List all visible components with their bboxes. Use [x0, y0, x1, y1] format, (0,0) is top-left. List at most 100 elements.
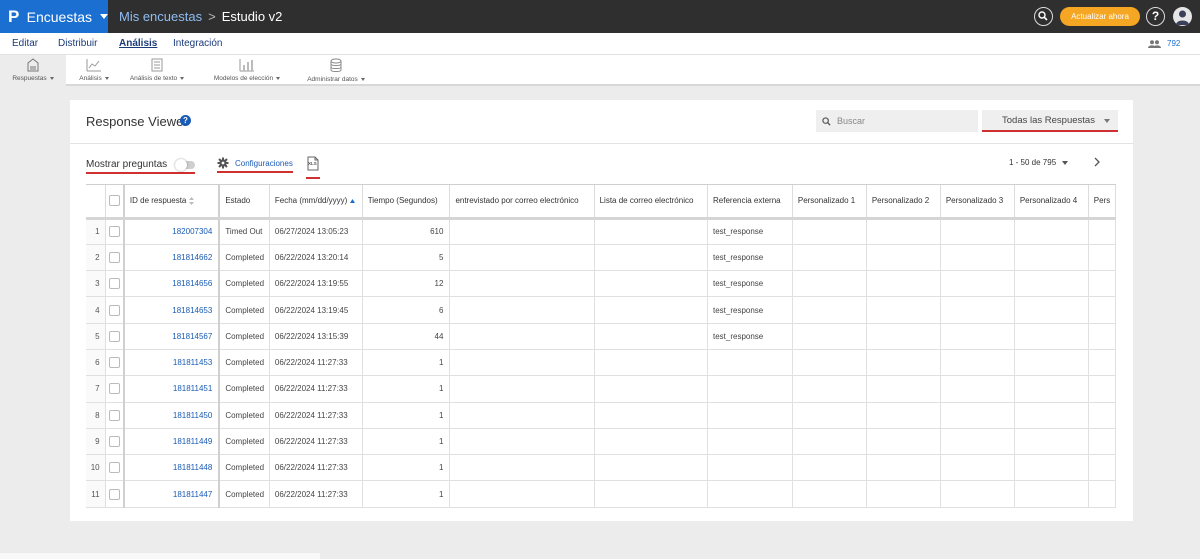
collaborators-count[interactable]: 792 — [1148, 39, 1180, 48]
toggle-switch[interactable] — [175, 158, 196, 171]
custom-4-cell — [1014, 218, 1089, 245]
search-input[interactable]: Buscar — [816, 110, 978, 132]
upgrade-button[interactable]: Actualizar ahora — [1060, 7, 1140, 26]
custom-4-cell — [1014, 270, 1089, 298]
toolbar-analisis-texto[interactable]: Análisis de texto — [126, 55, 188, 86]
table-row[interactable]: 1 182007304 Timed Out 06/27/2024 13:05:23 61… — [86, 218, 1116, 245]
column-header-id[interactable]: ID de respuesta — [123, 185, 221, 220]
responses-table: ID de respuesta Estado Fecha (mm/dd/yyyy… — [86, 184, 1116, 512]
checkbox[interactable] — [108, 409, 120, 421]
row-checkbox-cell[interactable] — [105, 402, 125, 429]
checkbox[interactable] — [108, 304, 120, 316]
response-id-link[interactable]: 181814656 — [123, 270, 221, 298]
tab-analisis[interactable]: Análisis — [119, 38, 157, 49]
column-header-custom-2[interactable]: Personalizado 2 — [866, 185, 941, 220]
tab-integracion[interactable]: Integración — [173, 38, 222, 49]
toolbar-respuestas[interactable]: Respuestas — [0, 55, 66, 86]
row-checkbox-cell[interactable] — [105, 244, 125, 272]
row-checkbox-cell[interactable] — [105, 270, 125, 298]
checkbox[interactable] — [108, 226, 120, 238]
show-questions-toggle[interactable]: Mostrar preguntas — [86, 158, 196, 174]
table-row[interactable]: 3 181814656 Completed 06/22/2024 13:19:55 12… — [86, 270, 1116, 298]
response-id-link[interactable]: 181811448 — [123, 454, 221, 482]
text-analysis-icon — [151, 58, 163, 72]
table-row[interactable]: 8 181811450 Completed 06/22/2024 11:27:33 1 — [86, 402, 1116, 429]
settings-button[interactable]: Configuraciones — [217, 157, 293, 173]
toolbar-administrar-datos[interactable]: Administrar datos — [300, 55, 372, 86]
help-button[interactable]: ? — [1146, 7, 1165, 26]
row-checkbox-cell[interactable] — [105, 428, 125, 456]
checkbox[interactable] — [108, 278, 120, 290]
table-row[interactable]: 10 181811448 Completed 06/22/2024 11:27:33 1 — [86, 454, 1116, 482]
response-id-link[interactable]: 181811453 — [123, 349, 221, 377]
breadcrumb-parent-link[interactable]: Mis encuestas — [119, 9, 202, 24]
email-respondent-cell — [449, 402, 595, 429]
table-row[interactable]: 11 181811447 Completed 06/22/2024 11:27:33 1 — [86, 480, 1116, 508]
checkbox[interactable] — [108, 462, 120, 474]
column-header-fecha[interactable]: Fecha (mm/dd/yyyy) — [269, 185, 363, 220]
checkbox[interactable] — [108, 251, 120, 263]
column-header-custom-4[interactable]: Personalizado 4 — [1014, 185, 1089, 220]
table-row[interactable]: 9 181811449 Completed 06/22/2024 11:27:33 1 — [86, 428, 1116, 456]
toolbar-modelos-eleccion[interactable]: Modelos de elección — [206, 55, 288, 86]
chevron-down-icon — [100, 14, 108, 19]
row-checkbox-cell[interactable] — [105, 296, 125, 324]
custom-1-cell — [792, 454, 867, 482]
column-header-custom-1[interactable]: Personalizado 1 — [792, 185, 867, 220]
checkbox[interactable] — [108, 488, 120, 500]
table-row[interactable]: 7 181811451 Completed 06/22/2024 11:27:33 1 — [86, 375, 1116, 403]
avatar[interactable] — [1173, 7, 1192, 26]
row-checkbox-cell[interactable] — [105, 349, 125, 377]
column-header-estado[interactable]: Estado — [219, 185, 270, 220]
column-header-custom-3[interactable]: Personalizado 3 — [940, 185, 1015, 220]
response-id-link[interactable]: 181814567 — [123, 323, 221, 350]
product-switcher[interactable]: P Encuestas — [0, 0, 108, 33]
export-xls-button[interactable]: XLS — [306, 156, 320, 179]
column-header-external-ref[interactable]: Referencia externa — [707, 185, 793, 220]
row-checkbox-cell[interactable] — [105, 375, 125, 403]
checkbox[interactable] — [108, 195, 120, 207]
table-row[interactable]: 2 181814662 Completed 06/22/2024 13:20:14 5 t… — [86, 244, 1116, 272]
toolbar-analisis[interactable]: Análisis — [71, 55, 117, 86]
global-search-button[interactable] — [1034, 7, 1053, 26]
response-id-link[interactable]: 182007304 — [123, 218, 221, 245]
table-row[interactable]: 5 181814567 Completed 06/22/2024 13:15:39 44… — [86, 323, 1116, 350]
pagination-dropdown[interactable]: 1 - 50 de 795 — [1009, 158, 1069, 167]
column-header-email-respondent[interactable]: entrevistado por correo electrónico — [449, 185, 595, 220]
custom-4-cell — [1014, 244, 1089, 272]
response-id-link[interactable]: 181811450 — [123, 402, 221, 429]
checkbox[interactable] — [108, 436, 120, 448]
next-page-button[interactable] — [1092, 155, 1102, 173]
product-name: Encuestas — [26, 8, 92, 25]
column-header-custom-5[interactable]: Pers — [1088, 185, 1116, 220]
row-number: 6 — [86, 349, 106, 377]
checkbox[interactable] — [108, 383, 120, 395]
status-cell: Completed — [219, 480, 270, 508]
select-all-checkbox[interactable] — [105, 185, 125, 220]
chevron-down-icon — [104, 76, 109, 80]
external-ref-cell — [707, 454, 793, 482]
table-row[interactable]: 4 181814653 Completed 06/22/2024 13:19:45 6 t… — [86, 296, 1116, 324]
help-icon[interactable]: ? — [180, 115, 191, 126]
response-id-link[interactable]: 181811447 — [123, 480, 221, 508]
custom-5-cell — [1088, 323, 1116, 350]
row-checkbox-cell[interactable] — [105, 218, 125, 245]
response-id-link[interactable]: 181814653 — [123, 296, 221, 324]
response-id-link[interactable]: 181811451 — [123, 375, 221, 403]
response-id-link[interactable]: 181811449 — [123, 428, 221, 456]
column-header-email-list[interactable]: Lista de correo electrónico — [594, 185, 709, 220]
tab-distribuir[interactable]: Distribuir — [58, 38, 97, 49]
row-number-header — [86, 185, 106, 220]
row-checkbox-cell[interactable] — [105, 323, 125, 350]
response-id-link[interactable]: 181814662 — [123, 244, 221, 272]
response-filter-dropdown[interactable]: Todas las Respuestas — [982, 110, 1118, 132]
custom-4-cell — [1014, 454, 1089, 482]
row-checkbox-cell[interactable] — [105, 454, 125, 482]
row-checkbox-cell[interactable] — [105, 480, 125, 508]
column-header-tiempo[interactable]: Tiempo (Segundos) — [362, 185, 451, 220]
table-row[interactable]: 6 181811453 Completed 06/22/2024 11:27:33 1 — [86, 349, 1116, 377]
tab-editar[interactable]: Editar — [12, 38, 38, 49]
checkbox[interactable] — [108, 357, 120, 369]
checkbox[interactable] — [108, 330, 120, 342]
custom-3-cell — [940, 296, 1015, 324]
